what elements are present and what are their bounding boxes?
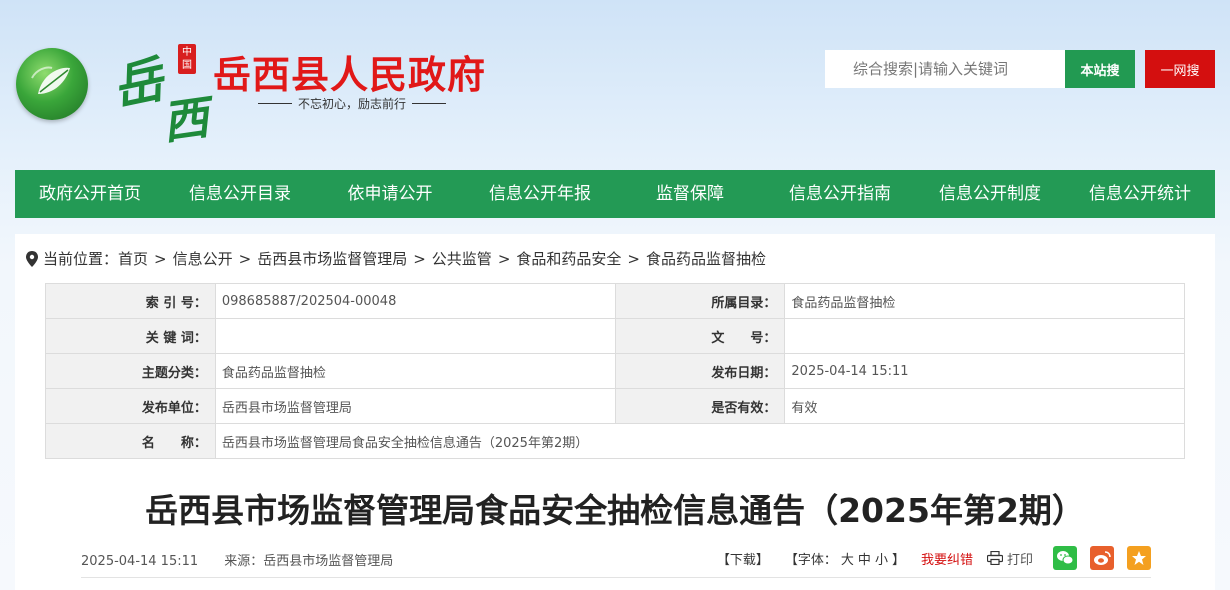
table-row: 主题分类： 食品药品监督抽检 发布日期： 2025-04-14 15:11 <box>45 353 1185 389</box>
breadcrumb-sep: > <box>497 249 511 268</box>
keyword-label: 关 键 词： <box>45 318 216 354</box>
breadcrumb-sep: > <box>238 249 252 268</box>
article-source: 来源：岳西县市场监督管理局 <box>224 554 394 569</box>
table-row: 名 称： 岳西县市场监督管理局食品安全抽检信息通告（2025年第2期） <box>45 423 1186 459</box>
article-title: 岳西县市场监督管理局食品安全抽检信息通告（2025年第2期） <box>145 491 1085 530</box>
directory-value: 食品药品监督抽检 <box>784 283 1185 319</box>
breadcrumb-sep: > <box>627 249 640 268</box>
font-size-end: 】 <box>891 552 905 568</box>
logo-leaf-icon[interactable] <box>16 48 88 120</box>
nav-item-supervision[interactable]: 监督保障 <box>615 170 765 218</box>
breadcrumb-prefix: 当前位置： <box>43 250 119 268</box>
slogan-line-right <box>412 102 447 104</box>
site-search-button[interactable]: 本站搜 <box>1065 50 1135 88</box>
validity-label: 是否有效： <box>614 388 786 424</box>
site-title[interactable]: 岳西县人民政府 <box>213 44 486 99</box>
publish-date-value: 2025-04-14 15:11 <box>784 353 1185 389</box>
font-size-label: 【字体： <box>784 552 837 568</box>
slogan: 不忘初心，励志前行 <box>298 96 407 111</box>
main-nav: 政府公开首页 信息公开目录 依申请公开 信息公开年报 监督保障 信息公开指南 信… <box>15 170 1215 218</box>
table-row: 关 键 词： 文 号： <box>45 318 1185 354</box>
nav-item-apply[interactable]: 依申请公开 <box>315 170 465 218</box>
metadata-table: 索 引 号： 098685887/202504-00048 所属目录： 食品药品… <box>45 283 1186 459</box>
logo-char-1: 岳 <box>107 49 169 118</box>
nav-item-guide[interactable]: 信息公开指南 <box>765 170 915 218</box>
weibo-share-icon[interactable] <box>1090 546 1114 570</box>
name-label: 名 称： <box>45 423 216 459</box>
index-label: 索 引 号： <box>45 283 216 319</box>
breadcrumb-item-info[interactable]: 信息公开 <box>173 248 233 269</box>
breadcrumb-item-food-drug[interactable]: 食品和药品安全 <box>516 248 621 269</box>
font-small-button[interactable]: 小 <box>875 553 888 568</box>
nav-item-statistics[interactable]: 信息公开统计 <box>1065 170 1215 218</box>
slogan-row: 不忘初心，励志前行 <box>258 95 447 111</box>
nav-item-annual-report[interactable]: 信息公开年报 <box>465 170 615 218</box>
search-input[interactable] <box>825 50 1065 88</box>
breadcrumb-sep: > <box>154 249 167 268</box>
print-link[interactable]: 打印 <box>1007 549 1033 568</box>
wechat-share-icon[interactable] <box>1053 546 1077 570</box>
index-value: 098685887/202504-00048 <box>214 283 616 319</box>
docno-label: 文 号： <box>614 318 786 354</box>
table-row: 索 引 号： 098685887/202504-00048 所属目录： 食品药品… <box>45 283 1185 319</box>
directory-label: 所属目录： <box>614 283 786 319</box>
publisher-label: 发布单位： <box>45 388 216 424</box>
docno-value <box>784 318 1185 354</box>
location-pin-icon <box>26 250 38 267</box>
nav-item-catalog[interactable]: 信息公开目录 <box>165 170 315 218</box>
article-date: 2025-04-14 15:11 <box>81 554 199 569</box>
report-error-link[interactable]: 我要纠错 <box>921 549 973 568</box>
publisher-value: 岳西县市场监督管理局 <box>214 388 616 424</box>
topic-value: 食品药品监督抽检 <box>214 353 616 389</box>
topic-label: 主题分类： <box>45 353 216 389</box>
logo-char-2: 西 <box>158 90 212 150</box>
header: 岳 西 中国 岳西县人民政府 不忘初心，励志前行 本站搜 一网搜 <box>0 0 1230 170</box>
nav-item-home[interactable]: 政府公开首页 <box>15 170 165 218</box>
breadcrumb-sep: > <box>413 249 426 268</box>
china-seal: 中国 <box>178 44 196 74</box>
web-search-button[interactable]: 一网搜 <box>1145 50 1215 88</box>
nav-item-system[interactable]: 信息公开制度 <box>915 170 1065 218</box>
breadcrumb: 当前位置： 首页 > 信息公开 > 岳西县市场监督管理局 > 公共监管 > 食品… <box>25 248 766 269</box>
breadcrumb-item-sampling[interactable]: 食品药品监督抽检 <box>646 248 766 269</box>
article-tools: 【下载】 【字体： 大中小】 我要纠错 打印 <box>703 544 1151 572</box>
slogan-line-left <box>258 102 292 104</box>
breadcrumb-item-public-regulation[interactable]: 公共监管 <box>432 248 492 269</box>
font-large-button[interactable]: 大 <box>841 553 854 568</box>
keyword-value <box>214 318 616 354</box>
article-meta: 2025-04-14 15:11 来源：岳西县市场监督管理局 <box>81 550 415 569</box>
name-value: 岳西县市场监督管理局食品安全抽检信息通告（2025年第2期） <box>214 423 1186 459</box>
breadcrumb-item-bureau[interactable]: 岳西县市场监督管理局 <box>257 248 407 269</box>
printer-icon[interactable] <box>986 551 1003 565</box>
breadcrumb-item-home[interactable]: 首页 <box>118 248 148 269</box>
validity-value: 有效 <box>784 388 1185 424</box>
article-info-bar: 2025-04-14 15:11 来源：岳西县市场监督管理局 【下载】 【字体：… <box>81 544 1151 578</box>
publish-date-label: 发布日期： <box>614 353 786 389</box>
table-row: 发布单位： 岳西县市场监督管理局 是否有效： 有效 <box>45 388 1185 424</box>
qzone-star-icon[interactable] <box>1127 546 1151 570</box>
content-panel: 当前位置： 首页 > 信息公开 > 岳西县市场监督管理局 > 公共监管 > 食品… <box>15 234 1215 590</box>
logo-calligraphy: 岳 西 <box>107 40 222 150</box>
font-mid-button[interactable]: 中 <box>858 553 871 568</box>
download-link[interactable]: 【下载】 <box>717 549 769 568</box>
font-size-control: 【字体： 大中小】 <box>783 549 907 568</box>
